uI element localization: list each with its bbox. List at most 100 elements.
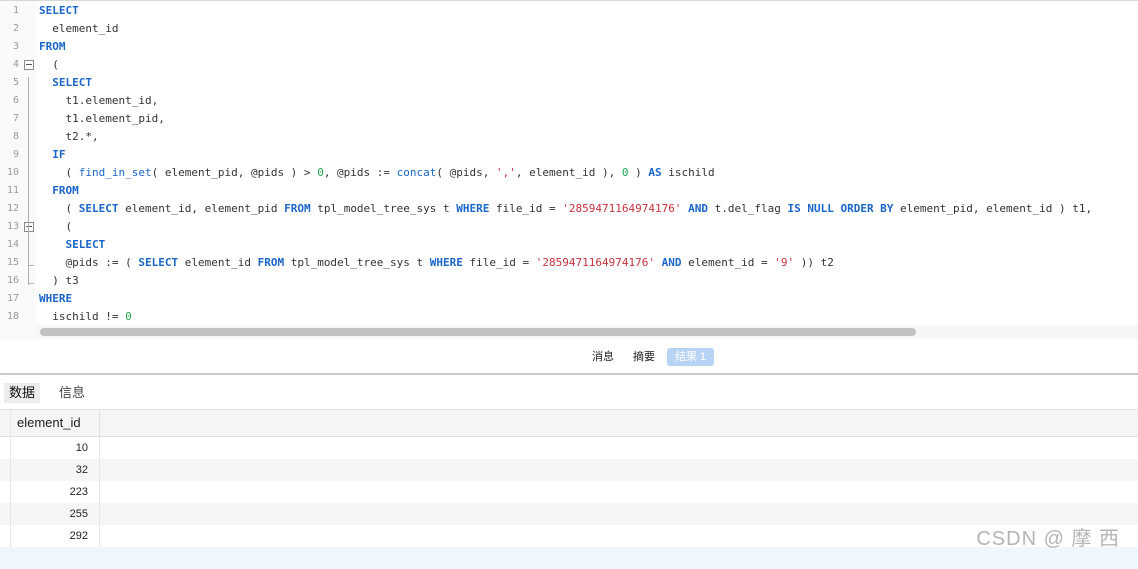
code-text: t2.*, xyxy=(39,128,98,146)
code-text: WHERE xyxy=(39,290,72,308)
code-line[interactable]: 7 t1.element_pid, xyxy=(0,110,1138,128)
code-text: SELECT xyxy=(39,236,106,254)
code-line[interactable]: 1 SELECT xyxy=(0,2,1138,20)
token-kw: FROM xyxy=(52,184,79,197)
code-text: FROM xyxy=(39,38,66,56)
code-line[interactable]: 15 @pids := ( SELECT element_id FROM tpl… xyxy=(0,254,1138,272)
token-text: ( xyxy=(39,166,79,179)
row-selector[interactable] xyxy=(0,437,11,459)
watermark: CSDN @ 摩 西 xyxy=(976,528,1120,550)
fold-guide-end xyxy=(28,265,34,266)
code-line[interactable]: 4 ( xyxy=(0,56,1138,74)
token-text: ( xyxy=(39,220,73,233)
token-kw: IF xyxy=(52,148,66,161)
token-text: element_pid, element_id ) t1, xyxy=(893,202,1093,215)
row-selector[interactable] xyxy=(0,525,11,547)
token-text: file_id = xyxy=(462,256,536,269)
line-number: 8 xyxy=(12,131,19,142)
tab-data[interactable]: 数据 xyxy=(4,383,41,403)
table-row[interactable]: 223 xyxy=(0,481,1138,503)
code-line[interactable]: 13 ( xyxy=(0,218,1138,236)
code-line[interactable]: 5 SELECT xyxy=(0,74,1138,92)
line-number: 7 xyxy=(12,113,19,124)
row-selector[interactable] xyxy=(0,459,11,481)
tab-summary[interactable]: 摘要 xyxy=(633,348,655,366)
code-line[interactable]: 10 ( find_in_set( element_pid, @pids ) >… xyxy=(0,164,1138,182)
code-line[interactable]: 18 ischild != 0 xyxy=(0,308,1138,326)
code-text: ( find_in_set( element_pid, @pids ) > 0,… xyxy=(39,164,714,182)
token-kw: FROM xyxy=(39,40,66,53)
token-text: t.del_flag xyxy=(707,202,788,215)
token-str: '2859471164974176' xyxy=(562,202,682,215)
table-row-partial[interactable] xyxy=(0,547,1138,569)
token-text: , @pids := xyxy=(323,166,397,179)
tab-messages[interactable]: 消息 xyxy=(592,348,614,366)
token-str: ',' xyxy=(496,166,516,179)
fold-toggle-icon[interactable] xyxy=(24,60,34,70)
token-num: 0 xyxy=(621,166,629,179)
token-text: )) t2 xyxy=(794,256,834,269)
fold-toggle-icon[interactable] xyxy=(24,222,34,232)
code-text: SELECT xyxy=(39,2,79,20)
line-number: 1 xyxy=(12,5,19,16)
token-kw: FROM xyxy=(284,202,311,215)
cell-element-id[interactable]: 223 xyxy=(11,481,100,503)
line-number: 11 xyxy=(6,185,19,196)
code-line[interactable]: 2 element_id xyxy=(0,20,1138,38)
code-line[interactable]: 9 IF xyxy=(0,146,1138,164)
token-kw: SELECT xyxy=(78,202,119,215)
table-row[interactable]: 10 xyxy=(0,437,1138,459)
code-line[interactable]: 6 t1.element_id, xyxy=(0,92,1138,110)
tab-result-1[interactable]: 结果 1 xyxy=(667,348,715,366)
code-text: ischild != 0 xyxy=(39,308,131,326)
code-text: ( xyxy=(39,56,59,74)
token-text: ) xyxy=(628,166,649,179)
cell-element-id[interactable]: 292 xyxy=(11,525,100,547)
code-line[interactable]: 12 ( SELECT element_id, element_pid FROM… xyxy=(0,200,1138,218)
code-text: ( SELECT element_id, element_pid FROM tp… xyxy=(39,200,1092,218)
token-kw: SELECT xyxy=(138,256,179,269)
token-num: 0 xyxy=(317,166,324,179)
token-fn: concat xyxy=(396,166,437,179)
code-line[interactable]: 3 FROM xyxy=(0,38,1138,56)
code-line[interactable]: 14 SELECT xyxy=(0,236,1138,254)
horizontal-scrollbar-thumb[interactable] xyxy=(40,328,916,336)
code-line[interactable]: 16 ) t3 xyxy=(0,272,1138,290)
line-number: 3 xyxy=(12,41,19,52)
cell-element-id[interactable]: 10 xyxy=(11,437,100,459)
token-kw: AS xyxy=(648,166,662,179)
code-line[interactable]: 17 WHERE xyxy=(0,290,1138,308)
token-text: , element_id ), xyxy=(515,166,622,179)
row-selector-header[interactable] xyxy=(0,410,11,436)
token-kw: WHERE xyxy=(456,202,490,215)
token-text: ( @pids, xyxy=(436,166,497,179)
line-number: 17 xyxy=(6,293,19,304)
table-row[interactable]: 32 xyxy=(0,459,1138,481)
result-subtabs: 数据 信息 xyxy=(0,375,1138,410)
row-selector[interactable] xyxy=(0,481,11,503)
sql-editor[interactable]: 1 SELECT 2 element_id 3 FROM 4 (5 SELECT 6 t1.… xyxy=(0,0,1138,341)
token-kw: IS NULL ORDER BY xyxy=(787,202,894,215)
code-text: SELECT xyxy=(39,74,92,92)
code-line[interactable]: 8 t2.*, xyxy=(0,128,1138,146)
token-text: t1.element_pid, xyxy=(39,112,165,125)
token-kw: SELECT xyxy=(65,238,106,251)
token-text: t1.element_id, xyxy=(39,94,159,107)
table-row[interactable]: 255 xyxy=(0,503,1138,525)
token-text: ( element_pid, @pids ) > xyxy=(151,166,318,179)
token-text: ( xyxy=(39,58,59,71)
token-text: @pids := ( xyxy=(39,256,139,269)
row-selector[interactable] xyxy=(0,503,11,525)
tab-info[interactable]: 信息 xyxy=(54,383,90,403)
column-header-element-id[interactable]: element_id xyxy=(11,410,100,436)
line-number: 6 xyxy=(12,95,19,106)
code-line[interactable]: 11 FROM xyxy=(0,182,1138,200)
token-kw: WHERE xyxy=(39,292,73,305)
result-tabs-bar: 消息 摘要 结果 1 xyxy=(0,340,1138,373)
table-row[interactable]: 292 xyxy=(0,525,1138,547)
cell-element-id[interactable]: 255 xyxy=(11,503,100,525)
cell-element-id[interactable]: 32 xyxy=(11,459,100,481)
